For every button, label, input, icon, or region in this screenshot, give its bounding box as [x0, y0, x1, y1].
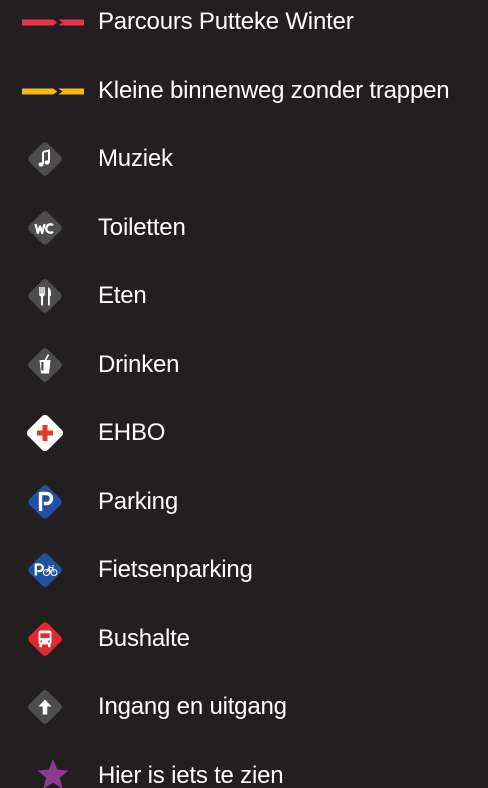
bus-stop-icon	[18, 619, 90, 659]
legend-item-eten: Eten	[0, 276, 488, 316]
legend-item-binnenweg: Kleine binnenweg zonder trappen	[0, 71, 488, 111]
entrance-exit-arrow-icon	[18, 687, 90, 727]
fork-knife-icon	[18, 276, 90, 316]
parking-icon	[18, 482, 90, 522]
legend-item-parking: Parking	[0, 482, 488, 522]
drink-cup-icon	[18, 345, 90, 385]
legend-item-ehbo: EHBO	[0, 413, 488, 453]
legend-label: Drinken	[98, 351, 180, 378]
wc-icon	[18, 208, 90, 248]
red-route-arrow-icon	[18, 2, 90, 42]
legend-label: Parcours Putteke Winter	[98, 8, 354, 35]
bike-parking-icon	[18, 550, 90, 590]
legend-label: Toiletten	[98, 214, 186, 241]
legend-label: Parking	[98, 488, 178, 515]
first-aid-cross-icon	[18, 413, 90, 453]
legend-item-parcours: Parcours Putteke Winter	[0, 2, 488, 42]
legend-item-muziek: Muziek	[0, 139, 488, 179]
legend-item-toiletten: Toiletten	[0, 208, 488, 248]
map-legend: Parcours Putteke Winter Kleine binnenweg…	[0, 0, 488, 788]
legend-label: EHBO	[98, 419, 166, 446]
legend-label: Kleine binnenweg zonder trappen	[98, 77, 450, 104]
legend-label: Eten	[98, 282, 147, 309]
yellow-route-arrow-icon	[18, 71, 90, 111]
legend-item-ingang: Ingang en uitgang	[0, 687, 488, 727]
legend-label: Fietsenparking	[98, 556, 253, 583]
legend-label: Bushalte	[98, 625, 190, 652]
legend-label: Muziek	[98, 145, 173, 172]
legend-item-drinken: Drinken	[0, 345, 488, 385]
legend-item-bushalte: Bushalte	[0, 619, 488, 659]
music-note-icon	[18, 139, 90, 179]
legend-label: Ingang en uitgang	[98, 693, 287, 720]
star-icon	[18, 756, 90, 788]
legend-item-fietsenparking: Fietsenparking	[0, 550, 488, 590]
legend-item-bezienswaardigheid: Hier is iets te zien	[0, 756, 488, 788]
legend-label: Hier is iets te zien	[98, 762, 284, 788]
